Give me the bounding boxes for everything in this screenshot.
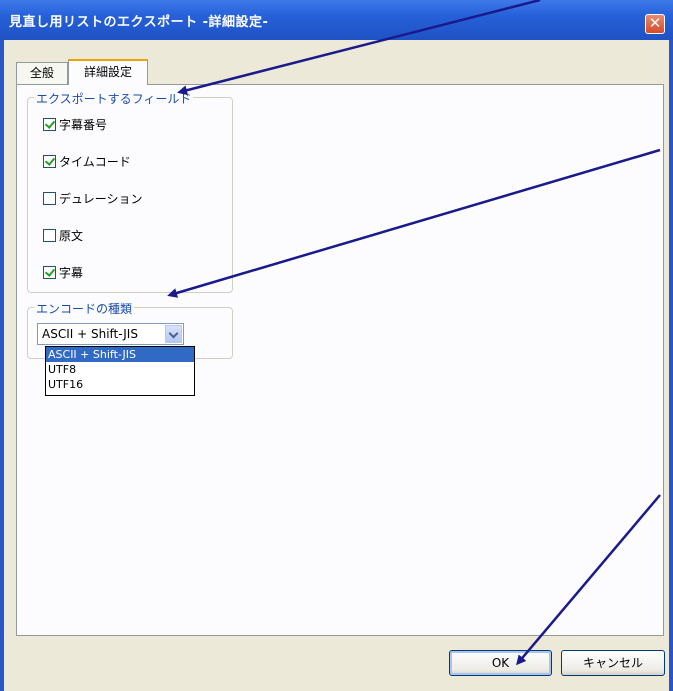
dropdown-option-utf8[interactable]: UTF8 xyxy=(46,362,194,377)
checkbox[interactable] xyxy=(43,265,56,279)
dialog-window: 見直し用リストのエクスポート -詳細設定- ✕ 全般 詳細設定 エクスポートする… xyxy=(0,0,673,691)
field-original-text[interactable]: 原文 xyxy=(43,226,83,244)
checkbox[interactable] xyxy=(43,228,56,242)
checkbox[interactable] xyxy=(43,154,56,168)
checkbox-label: 原文 xyxy=(59,228,84,243)
checkbox-label: 字幕 xyxy=(59,265,84,280)
field-duration[interactable]: デュレーション xyxy=(43,189,143,207)
encoding-legend: エンコードの種類 xyxy=(34,300,135,317)
checkbox-label: タイムコード xyxy=(59,154,131,169)
checkbox-label: デュレーション xyxy=(59,191,143,206)
ok-button[interactable]: OK xyxy=(449,650,552,676)
title-bar[interactable]: 見直し用リストのエクスポート -詳細設定- ✕ xyxy=(0,0,673,40)
window-title: 見直し用リストのエクスポート -詳細設定- xyxy=(9,15,269,30)
dropdown-option-ascii-shiftjis[interactable]: ASCII + Shift-JIS xyxy=(46,347,194,362)
export-fields-group: エクスポートするフィールド 字幕番号 タイムコード デュレーション 原文 字幕 xyxy=(27,90,233,293)
checkbox-label: 字幕番号 xyxy=(59,117,108,132)
checkbox[interactable] xyxy=(43,117,56,131)
tab-advanced-settings[interactable]: 詳細設定 xyxy=(68,59,148,85)
field-subtitle-number[interactable]: 字幕番号 xyxy=(43,115,107,133)
checkbox[interactable] xyxy=(43,191,56,205)
cancel-button[interactable]: キャンセル xyxy=(561,650,665,676)
encoding-select[interactable]: ASCII + Shift-JIS xyxy=(37,323,184,345)
field-timecode[interactable]: タイムコード xyxy=(43,152,131,170)
field-subtitle[interactable]: 字幕 xyxy=(43,263,83,281)
dropdown-option-utf16[interactable]: UTF16 xyxy=(46,377,194,392)
encoding-selected-value: ASCII + Shift-JIS xyxy=(42,327,138,341)
close-icon[interactable]: ✕ xyxy=(645,14,665,34)
export-fields-legend: エクスポートするフィールド xyxy=(34,90,194,107)
encoding-dropdown-list[interactable]: ASCII + Shift-JIS UTF8 UTF16 xyxy=(45,346,195,396)
chevron-down-icon[interactable] xyxy=(165,325,182,343)
tab-general[interactable]: 全般 xyxy=(16,62,68,84)
